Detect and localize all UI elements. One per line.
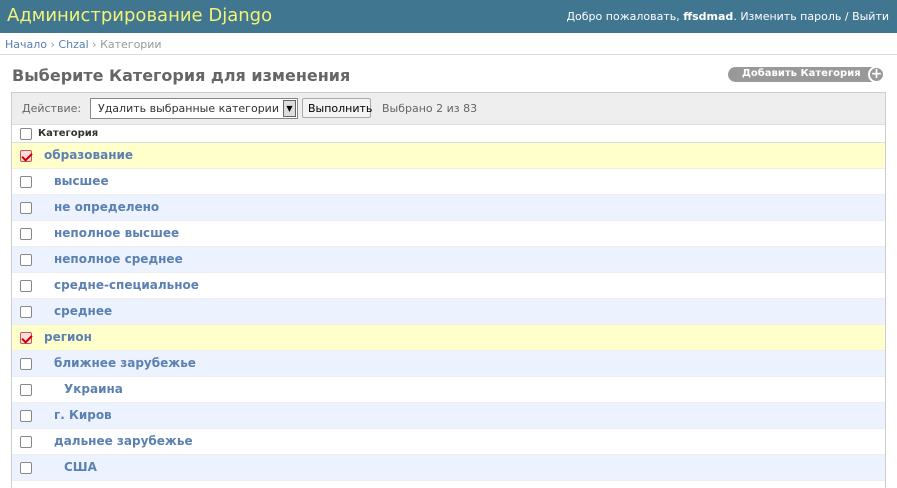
selection-counter: Выбрано 2 из 83 bbox=[382, 102, 478, 115]
category-link[interactable]: не определено bbox=[54, 200, 159, 214]
row-checkbox[interactable] bbox=[20, 202, 32, 214]
row-checkbox[interactable] bbox=[20, 436, 32, 448]
breadcrumb-home[interactable]: Начало bbox=[5, 38, 47, 51]
add-category-label: Добавить Категория bbox=[742, 68, 861, 79]
column-header-category[interactable]: Категория bbox=[38, 128, 98, 139]
go-button[interactable]: Выполнить bbox=[302, 98, 372, 118]
result-table: Категория образование высшее не определено… bbox=[12, 125, 885, 481]
table-row: ближнее зарубежье bbox=[12, 351, 885, 377]
row-checkbox[interactable] bbox=[20, 410, 32, 422]
action-select[interactable]: Удалить выбранные категории ▼ bbox=[90, 98, 298, 119]
row-checkbox[interactable] bbox=[20, 306, 32, 318]
action-label: Действие: bbox=[22, 102, 82, 115]
category-link[interactable]: образование bbox=[44, 148, 133, 162]
changelist: Действие: Удалить выбранные категории ▼ … bbox=[11, 92, 886, 488]
user-tools-separator: / bbox=[844, 10, 849, 23]
category-link[interactable]: Украина bbox=[64, 382, 123, 396]
row-checkbox[interactable] bbox=[20, 176, 32, 188]
table-row: не определено bbox=[12, 195, 885, 221]
dropdown-arrow-icon: ▼ bbox=[283, 100, 296, 117]
row-checkbox[interactable] bbox=[20, 358, 32, 370]
category-link[interactable]: неполное высшее bbox=[54, 226, 179, 240]
welcome-text: Добро пожаловать, bbox=[566, 10, 680, 23]
table-row: США bbox=[12, 455, 885, 481]
category-link[interactable]: США bbox=[64, 460, 97, 474]
table-row: неполное высшее bbox=[12, 221, 885, 247]
row-checkbox[interactable] bbox=[20, 332, 32, 344]
plus-icon: + bbox=[868, 66, 885, 83]
table-row: среднее bbox=[12, 299, 885, 325]
table-row: дальнее зарубежье bbox=[12, 429, 885, 455]
row-checkbox[interactable] bbox=[20, 384, 32, 396]
change-password-link[interactable]: Изменить пароль bbox=[740, 10, 841, 23]
category-link[interactable]: ближнее зарубежье bbox=[54, 356, 196, 370]
table-row: г. Киров bbox=[12, 403, 885, 429]
row-checkbox[interactable] bbox=[20, 150, 32, 162]
page-title: Выберите Категория для изменения bbox=[12, 66, 351, 85]
add-category-button[interactable]: Добавить Категория + bbox=[728, 66, 885, 83]
username: ffsdmad bbox=[683, 10, 734, 23]
table-row: средне-специальное bbox=[12, 273, 885, 299]
action-select-value: Удалить выбранные категории bbox=[98, 102, 279, 115]
table-row: регион bbox=[12, 325, 885, 351]
row-checkbox[interactable] bbox=[20, 280, 32, 292]
breadcrumb-current: Категории bbox=[100, 38, 162, 51]
table-row: высшее bbox=[12, 169, 885, 195]
category-link[interactable]: среднее bbox=[54, 304, 112, 318]
breadcrumb-separator: › bbox=[92, 38, 97, 51]
select-all-checkbox[interactable] bbox=[20, 128, 32, 140]
user-tools: Добро пожаловать, ffsdmad. Изменить паро… bbox=[566, 10, 889, 23]
breadcrumb: Начало › Chzal › Категории bbox=[0, 33, 897, 55]
actions-bar: Действие: Удалить выбранные категории ▼ … bbox=[12, 93, 885, 125]
category-link[interactable]: регион bbox=[44, 330, 92, 344]
table-header: Категория bbox=[12, 125, 885, 143]
logout-link[interactable]: Выйти bbox=[852, 10, 889, 23]
category-link[interactable]: дальнее зарубежье bbox=[54, 434, 193, 448]
category-link[interactable]: средне-специальное bbox=[54, 278, 199, 292]
table-row: Украина bbox=[12, 377, 885, 403]
row-checkbox[interactable] bbox=[20, 254, 32, 266]
site-brand[interactable]: Администрирование Django bbox=[7, 5, 272, 26]
table-body: образование высшее не определено неполное в… bbox=[12, 143, 885, 481]
category-link[interactable]: неполное среднее bbox=[54, 252, 183, 266]
table-row: неполное среднее bbox=[12, 247, 885, 273]
row-checkbox[interactable] bbox=[20, 228, 32, 240]
table-row: образование bbox=[12, 143, 885, 169]
category-link[interactable]: г. Киров bbox=[54, 408, 112, 422]
breadcrumb-separator: › bbox=[50, 38, 55, 51]
category-link[interactable]: высшее bbox=[54, 174, 109, 188]
row-checkbox[interactable] bbox=[20, 462, 32, 474]
breadcrumb-app[interactable]: Chzal bbox=[58, 38, 88, 51]
header-bar: Администрирование Django Добро пожаловат… bbox=[0, 0, 897, 33]
